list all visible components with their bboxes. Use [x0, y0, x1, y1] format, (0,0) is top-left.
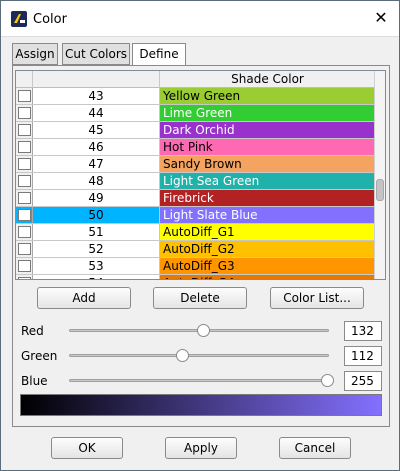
row-number: 49	[33, 190, 160, 206]
row-select-cell[interactable]	[16, 156, 33, 172]
row-shade-color[interactable]: Dark Orchid	[160, 122, 375, 138]
tab-define[interactable]: Define	[132, 43, 186, 66]
table-row[interactable]: 43 Yellow Green	[16, 88, 375, 105]
define-panel: Shade Color 43 Yellow Green 44 Lime Green 45…	[12, 65, 390, 427]
row-shade-color[interactable]: Hot Pink	[160, 139, 375, 155]
blue-value-field[interactable]: 255	[344, 371, 382, 391]
row-checkbox[interactable]	[18, 226, 31, 238]
blue-label: Blue	[21, 374, 48, 388]
row-number: 53	[33, 258, 160, 274]
row-select-cell[interactable]	[16, 190, 33, 206]
row-select-cell[interactable]	[16, 275, 33, 279]
apply-button[interactable]: Apply	[165, 437, 237, 459]
row-number: 44	[33, 105, 160, 121]
add-button[interactable]: Add	[37, 287, 131, 309]
row-number: 50	[33, 207, 160, 223]
green-slider-thumb[interactable]	[176, 349, 190, 362]
title-bar: Color ✕	[1, 1, 399, 37]
row-select-cell[interactable]	[16, 88, 33, 104]
row-shade-color[interactable]: AutoDiff_G1	[160, 224, 375, 240]
row-shade-color[interactable]: Sandy Brown	[160, 156, 375, 172]
row-select-cell[interactable]	[16, 207, 33, 223]
red-value-field[interactable]: 132	[344, 321, 382, 341]
row-number: 46	[33, 139, 160, 155]
row-number: 51	[33, 224, 160, 240]
table-row[interactable]: 49 Firebrick	[16, 190, 375, 207]
row-shade-color[interactable]: AutoDiff_G4	[160, 275, 375, 279]
row-shade-color[interactable]: AutoDiff_G3	[160, 258, 375, 274]
ok-button[interactable]: OK	[51, 437, 123, 459]
row-select-cell[interactable]	[16, 105, 33, 121]
green-slider[interactable]	[69, 349, 329, 362]
row-checkbox[interactable]	[18, 277, 31, 279]
table-row[interactable]: 48 Light Sea Green	[16, 173, 375, 190]
row-shade-color[interactable]: Firebrick	[160, 190, 375, 206]
table-row[interactable]: 46 Hot Pink	[16, 139, 375, 156]
row-shade-color[interactable]: Light Sea Green	[160, 173, 375, 189]
green-label: Green	[21, 349, 58, 363]
header-check-column	[16, 71, 33, 88]
row-checkbox[interactable]	[18, 90, 31, 102]
row-shade-color[interactable]: AutoDiff_G2	[160, 241, 375, 257]
table-row[interactable]: 51 AutoDiff_G1	[16, 224, 375, 241]
row-checkbox[interactable]	[18, 243, 31, 255]
tab-assign[interactable]: Assign	[12, 43, 58, 65]
row-checkbox[interactable]	[18, 260, 31, 272]
table-row[interactable]: 47 Sandy Brown	[16, 156, 375, 173]
row-select-cell[interactable]	[16, 122, 33, 138]
row-select-cell[interactable]	[16, 139, 33, 155]
tab-cut-colors[interactable]: Cut Colors	[62, 43, 130, 65]
cancel-button[interactable]: Cancel	[279, 437, 351, 459]
row-select-cell[interactable]	[16, 258, 33, 274]
scrollbar-thumb[interactable]	[376, 179, 384, 201]
red-slider[interactable]	[69, 324, 329, 337]
row-number: 48	[33, 173, 160, 189]
row-select-cell[interactable]	[16, 224, 33, 240]
table-scrollbar[interactable]	[374, 71, 385, 279]
close-icon[interactable]: ✕	[373, 10, 389, 26]
row-number: 43	[33, 88, 160, 104]
row-checkbox[interactable]	[18, 124, 31, 136]
row-checkbox[interactable]	[18, 209, 31, 221]
color-preview-gradient	[20, 394, 382, 416]
color-dialog: Color ✕ Assign Cut Colors Define Shade C…	[0, 0, 400, 471]
blue-slider-thumb[interactable]	[321, 374, 334, 387]
app-logo-icon	[11, 11, 27, 27]
red-label: Red	[21, 324, 44, 338]
red-slider-thumb[interactable]	[196, 324, 210, 337]
color-list-button[interactable]: Color List...	[270, 287, 364, 309]
table-row[interactable]: 54AutoDiff_G4	[16, 275, 375, 279]
row-select-cell[interactable]	[16, 173, 33, 189]
row-number: 52	[33, 241, 160, 257]
row-shade-color[interactable]: Light Slate Blue	[160, 207, 375, 223]
row-shade-color[interactable]: Yellow Green	[160, 88, 375, 104]
row-shade-color[interactable]: Lime Green	[160, 105, 375, 121]
row-checkbox[interactable]	[18, 175, 31, 187]
delete-button[interactable]: Delete	[153, 287, 247, 309]
row-checkbox[interactable]	[18, 192, 31, 204]
table-rows: 43 Yellow Green 44 Lime Green 45 Dark Orchid 4…	[16, 88, 375, 279]
table-row[interactable]: 45 Dark Orchid	[16, 122, 375, 139]
table-row[interactable]: 50 Light Slate Blue	[16, 207, 375, 224]
table-row[interactable]: 52 AutoDiff_G2	[16, 241, 375, 258]
row-checkbox[interactable]	[18, 141, 31, 153]
table-row[interactable]: 44 Lime Green	[16, 105, 375, 122]
shade-color-table: Shade Color 43 Yellow Green 44 Lime Green 45…	[15, 70, 386, 280]
header-shade-color: Shade Color	[231, 72, 304, 86]
row-checkbox[interactable]	[18, 158, 31, 170]
row-select-cell[interactable]	[16, 241, 33, 257]
row-number: 47	[33, 156, 160, 172]
table-header: Shade Color	[16, 71, 375, 88]
window-title: Color	[33, 12, 67, 27]
row-number: 54	[33, 275, 160, 279]
row-checkbox[interactable]	[18, 107, 31, 119]
blue-slider[interactable]	[69, 374, 334, 387]
row-number: 45	[33, 122, 160, 138]
table-row[interactable]: 53 AutoDiff_G3	[16, 258, 375, 275]
green-value-field[interactable]: 112	[344, 346, 382, 366]
header-number-column	[33, 71, 160, 88]
